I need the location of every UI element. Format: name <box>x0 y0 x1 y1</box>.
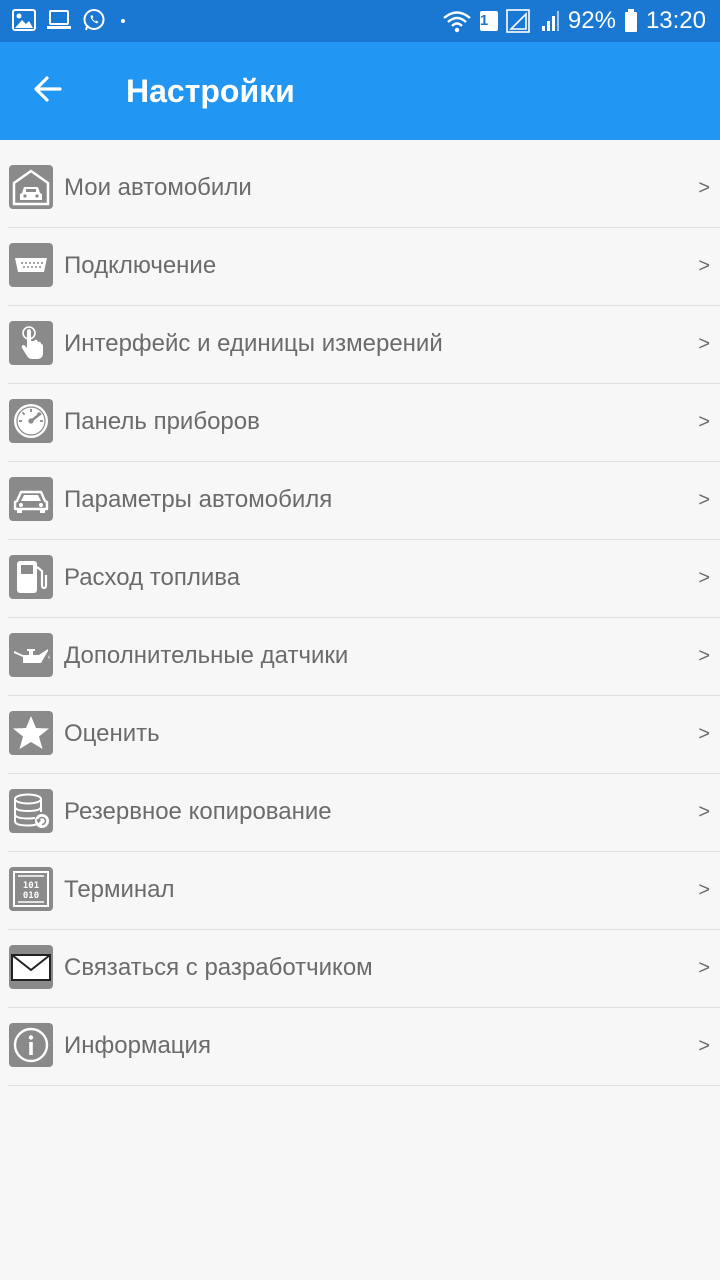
svg-text:101: 101 <box>23 881 39 891</box>
dot-icon <box>116 9 130 31</box>
sim-badge: 1 <box>479 11 498 31</box>
chevron-right-icon: > <box>698 255 710 277</box>
settings-item-fuel-consumption[interactable]: Расход топлива > <box>0 540 720 618</box>
connector-icon <box>9 243 53 287</box>
battery-percent: 92% <box>567 7 616 34</box>
settings-item-label: Параметры автомобиля <box>64 486 333 513</box>
settings-item-label: Оценить <box>64 720 160 747</box>
settings-item-label: Терминал <box>64 876 175 903</box>
settings-item-terminal[interactable]: 101 010 Терминал > <box>0 852 720 930</box>
star-icon <box>9 711 53 755</box>
settings-item-label: Мои автомобили <box>64 174 252 201</box>
wifi-icon <box>442 9 472 33</box>
signal-sim1-icon <box>506 9 532 33</box>
database-backup-icon <box>9 789 53 833</box>
chevron-right-icon: > <box>698 333 710 355</box>
chevron-right-icon: > <box>698 567 710 589</box>
chevron-right-icon: > <box>698 1035 710 1057</box>
system-indicators: 1 92% 13:20 <box>434 0 706 42</box>
fuel-pump-icon <box>9 555 53 599</box>
settings-item-contact-developer[interactable]: Связаться с разработчиком > <box>0 930 720 1008</box>
page-title: Настройки <box>126 73 295 109</box>
touch-hand-icon <box>9 321 53 365</box>
settings-item-label: Подключение <box>64 252 217 279</box>
settings-item-label: Интерфейс и единицы измерений <box>64 330 443 357</box>
arrow-back-icon <box>32 73 64 110</box>
car-icon <box>9 477 53 521</box>
settings-item-my-cars[interactable]: Мои автомобили > <box>0 150 720 228</box>
chevron-right-icon: > <box>698 645 710 667</box>
settings-item-rate[interactable]: Оценить > <box>0 696 720 774</box>
svg-text:010: 010 <box>23 891 39 901</box>
settings-list: Мои автомобили > Подключение > Интерфейс… <box>0 150 720 1086</box>
settings-item-car-parameters[interactable]: Параметры автомобиля > <box>0 462 720 540</box>
signal-sim2-icon <box>540 9 560 33</box>
chevron-right-icon: > <box>698 177 710 199</box>
chevron-right-icon: > <box>698 489 710 511</box>
chevron-right-icon: > <box>698 879 710 901</box>
oil-can-icon <box>9 633 53 677</box>
notification-icons <box>12 8 140 32</box>
settings-item-additional-sensors[interactable]: Дополнительные датчики > <box>0 618 720 696</box>
battery-icon <box>624 9 638 33</box>
garage-car-icon <box>9 165 53 209</box>
app-bar: Настройки <box>0 42 720 140</box>
settings-item-label: Дополнительные датчики <box>64 642 349 669</box>
envelope-icon <box>9 945 53 989</box>
info-icon <box>9 1023 53 1067</box>
settings-item-information[interactable]: Информация > <box>0 1008 720 1086</box>
binary-terminal-icon: 101 010 <box>9 867 53 911</box>
settings-item-label: Резервное копирование <box>64 798 332 825</box>
settings-item-interface-units[interactable]: Интерфейс и единицы измерений > <box>0 306 720 384</box>
chevron-right-icon: > <box>698 801 710 823</box>
settings-item-label: Расход топлива <box>64 564 241 591</box>
status-bar: 1 92% 13:20 <box>0 0 720 42</box>
gauge-icon <box>9 399 53 443</box>
settings-item-label: Панель приборов <box>64 408 260 435</box>
back-button[interactable] <box>24 67 72 115</box>
settings-item-connection[interactable]: Подключение > <box>0 228 720 306</box>
whatsapp-icon <box>82 8 106 32</box>
settings-item-backup[interactable]: Резервное копирование > <box>0 774 720 852</box>
settings-item-label: Связаться с разработчиком <box>64 954 373 981</box>
chevron-right-icon: > <box>698 723 710 745</box>
gallery-icon <box>12 9 36 31</box>
chevron-right-icon: > <box>698 957 710 979</box>
chevron-right-icon: > <box>698 411 710 433</box>
clock: 13:20 <box>645 7 706 34</box>
settings-item-dashboard[interactable]: Панель приборов > <box>0 384 720 462</box>
divider <box>8 1085 720 1086</box>
settings-item-label: Информация <box>64 1032 211 1059</box>
laptop-icon <box>46 9 72 31</box>
